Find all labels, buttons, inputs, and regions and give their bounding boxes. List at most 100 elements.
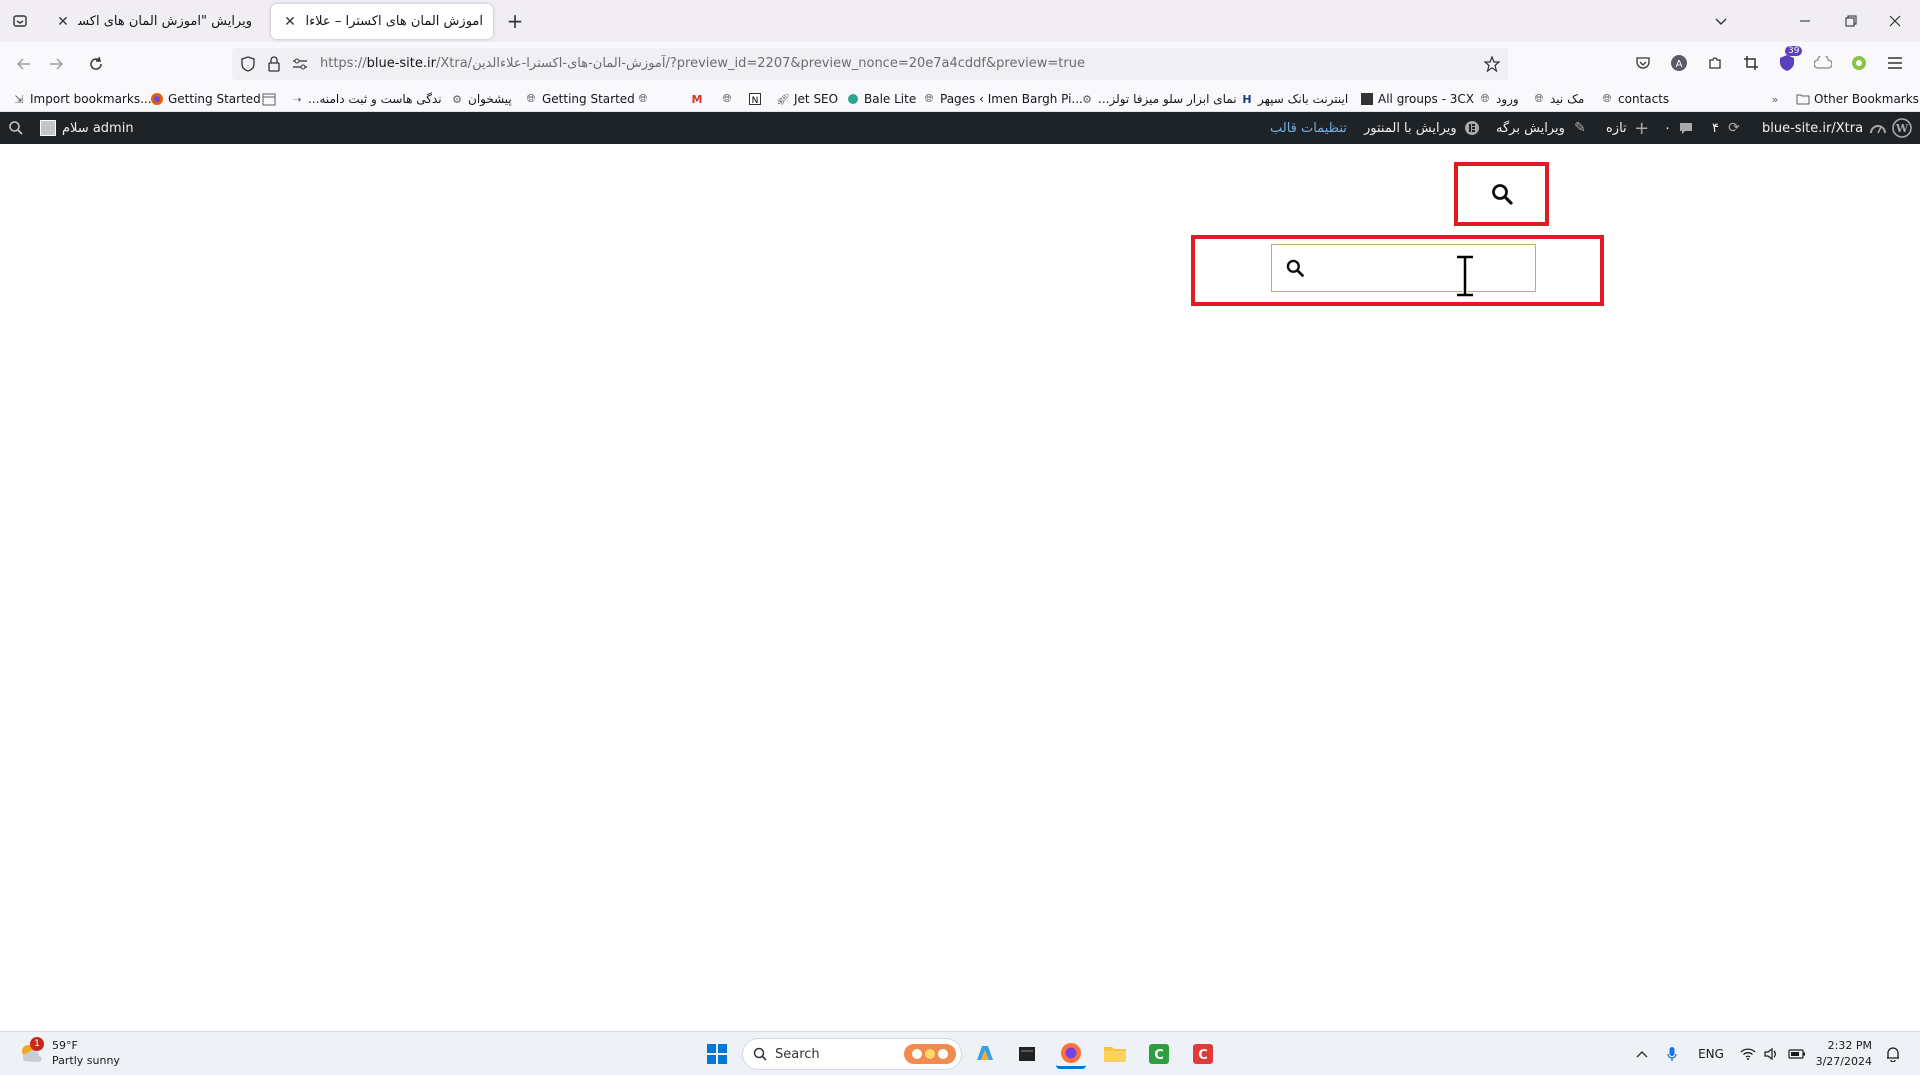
file-app-icon[interactable] [1012,1039,1042,1069]
camtasia-red-icon[interactable]: C [1188,1039,1218,1069]
my-account[interactable]: سلام admin [40,112,134,144]
bookmark-mac-need[interactable]: 🌐︎ مک نید [1532,90,1585,108]
url-text[interactable]: https://blue-site.ir/Xtra/آموزش-المان-ها… [320,56,1085,71]
wifi-icon[interactable] [1738,1042,1758,1066]
folder-icon [1796,92,1810,106]
bookmark-getting-started[interactable]: Getting Started [150,90,261,108]
microphone-icon[interactable] [1662,1042,1682,1066]
svg-text:A: A [1676,59,1683,70]
updates[interactable]: ۴ ⟳ [1712,112,1743,144]
elementor-label: ویرایش با المنتور [1364,120,1457,136]
bookmark-dashboard[interactable]: ⚙ پیشخوان [450,90,512,108]
account-icon[interactable]: A [1668,52,1690,74]
star-bookmark-icon[interactable] [1482,54,1502,74]
search-icon[interactable] [1272,245,1318,291]
battery-icon[interactable] [1786,1042,1808,1066]
tab-preview-page[interactable]: آموزش المان های اکسترا – علاءالدین ✕ [271,4,493,39]
wordpress-logo-icon[interactable]: W [1892,112,1912,144]
svg-text:W: W [1895,122,1909,135]
site-name-label: blue-site.ir/Xtra [1762,120,1864,136]
bookmark-login[interactable]: 🌐︎ ورود [1478,90,1519,108]
minimize-icon[interactable] [1792,8,1818,34]
search-input[interactable] [1318,246,1535,290]
weather-widget[interactable]: 1 59°F Partly sunny [16,1037,120,1068]
tray-chevron-up-icon[interactable] [1632,1042,1652,1066]
volume-icon[interactable] [1762,1042,1782,1066]
new-tab-plus-icon[interactable]: + [503,9,527,33]
bookmarks-toolbar: ⇲ Import bookmarks... Getting Started ➝..… [0,85,1920,112]
bookmark-gmail[interactable]: M [690,90,704,108]
forward-arrow-icon[interactable] [42,50,70,78]
globe-icon: 🌐︎ [638,92,648,105]
bookmark-getting-started-2[interactable]: 🌐︎ Getting Started [524,90,635,108]
other-bookmarks[interactable]: Other Bookmarks [1796,90,1919,108]
vpn-cloud-icon[interactable] [1812,52,1834,74]
permissions-icon[interactable] [290,54,310,74]
crop-icon[interactable] [1740,52,1762,74]
bookmark-bale-lite[interactable]: Bale Lite [846,90,916,108]
url-bar[interactable]: https://blue-site.ir/Xtra/آموزش-المان-ها… [232,48,1508,80]
admin-search-icon[interactable] [8,112,24,144]
edit-with-elementor[interactable]: ویرایش با المنتور [1364,112,1481,144]
bookmark-globe-2[interactable]: 🌐︎ [720,90,734,108]
bookmark-sepehr-bank[interactable]: H اینترنت بانک سپهر [1240,90,1348,108]
navigation-bar: https://blue-site.ir/Xtra/آموزش-المان-ها… [0,42,1920,85]
bookmark-3cx[interactable]: All groups - 3CX [1360,90,1474,108]
globe-icon: 🌐︎ [1534,92,1544,105]
notifications-bell-icon[interactable] [1882,1042,1904,1066]
bookmark-calendar[interactable] [262,90,276,108]
bookmark-pages-imen[interactable]: 🌐︎ Pages ‹ Imen Bargh Pi... [922,90,1083,108]
taskbar-search[interactable]: Search [742,1038,962,1070]
bookmark-jet-seo[interactable]: 🚀︎ Jet SEO [776,90,838,108]
bookmark-import[interactable]: ⇲ Import bookmarks... [12,90,152,108]
search-form[interactable] [1271,244,1536,292]
header-search-button[interactable] [1454,162,1549,226]
bookmark-label: Import bookmarks... [30,92,152,106]
theme-settings-link[interactable]: تنظیمات قالب [1270,112,1347,144]
comments[interactable]: ۰ [1664,112,1695,144]
language-indicator[interactable]: ENG [1694,1042,1728,1066]
globe-icon: 🌐︎ [924,92,934,105]
shield-extension-icon[interactable]: 39 [1776,46,1803,74]
bookmark-hosting[interactable]: ➝ ...ندگی هاست و ثبت دامنه [290,90,441,108]
bookmark-label: ...نمای ابزار سلو میزفا تولز [1098,92,1237,106]
extensions-puzzle-icon[interactable] [1704,52,1726,74]
url-prefix: https:// [320,56,367,71]
close-icon[interactable]: ✕ [54,13,72,31]
page-content [0,144,1920,1031]
new-content[interactable]: تازه + [1606,112,1651,144]
bookmark-mizfa-tools[interactable]: ⚙ ...نمای ابزار سلو میزفا تولز [1080,90,1237,108]
system-clock[interactable]: 2:32 PM 3/27/2024 [1812,1038,1872,1070]
gear-extension-icon[interactable] [1848,52,1870,74]
avatar [40,120,56,136]
chevron-down-icon[interactable] [1708,8,1734,34]
copilot-icon[interactable] [970,1039,1000,1069]
reload-icon[interactable] [82,50,110,78]
tab-edit-page[interactable]: ویرایش "آموزش المان های اکسترا – علا ✕ [44,4,262,39]
bookmark-notion[interactable]: N [748,90,762,108]
3cx-icon [1360,92,1374,106]
bookmark-contacts[interactable]: 🌐︎ contacts [1600,90,1670,108]
camtasia-green-icon[interactable]: C [1144,1039,1174,1069]
url-path: /Xtra/آموزش-المان-های-اکسترا-علاءالدین/?… [435,56,1085,71]
theme-settings-label: تنظیمات قالب [1270,120,1347,136]
gear-icon: ⚙ [1082,92,1092,106]
url-host: blue-site.ir [366,56,436,71]
edit-page-link[interactable]: ویرایش برگه ✎ [1496,112,1589,144]
hamburger-menu-icon[interactable] [1884,52,1906,74]
restore-icon[interactable] [1838,8,1864,34]
bookmark-label: All groups - 3CX [1378,92,1474,106]
firefox-taskbar-icon[interactable] [1056,1039,1086,1069]
lock-icon[interactable] [264,54,284,74]
shield-icon[interactable] [238,54,258,74]
tab-list-icon[interactable] [8,9,32,33]
close-window-icon[interactable] [1882,8,1908,34]
back-arrow-icon[interactable] [10,50,38,78]
pocket-icon[interactable] [1632,52,1654,74]
close-icon[interactable]: ✕ [281,13,299,31]
file-explorer-icon[interactable] [1100,1039,1130,1069]
site-name[interactable]: blue-site.ir/Xtra [1762,112,1887,144]
bookmark-globe-1[interactable]: 🌐︎ [636,90,650,108]
bookmarks-overflow-chevron-icon[interactable]: » [1768,90,1782,108]
windows-start-icon[interactable] [702,1039,732,1069]
